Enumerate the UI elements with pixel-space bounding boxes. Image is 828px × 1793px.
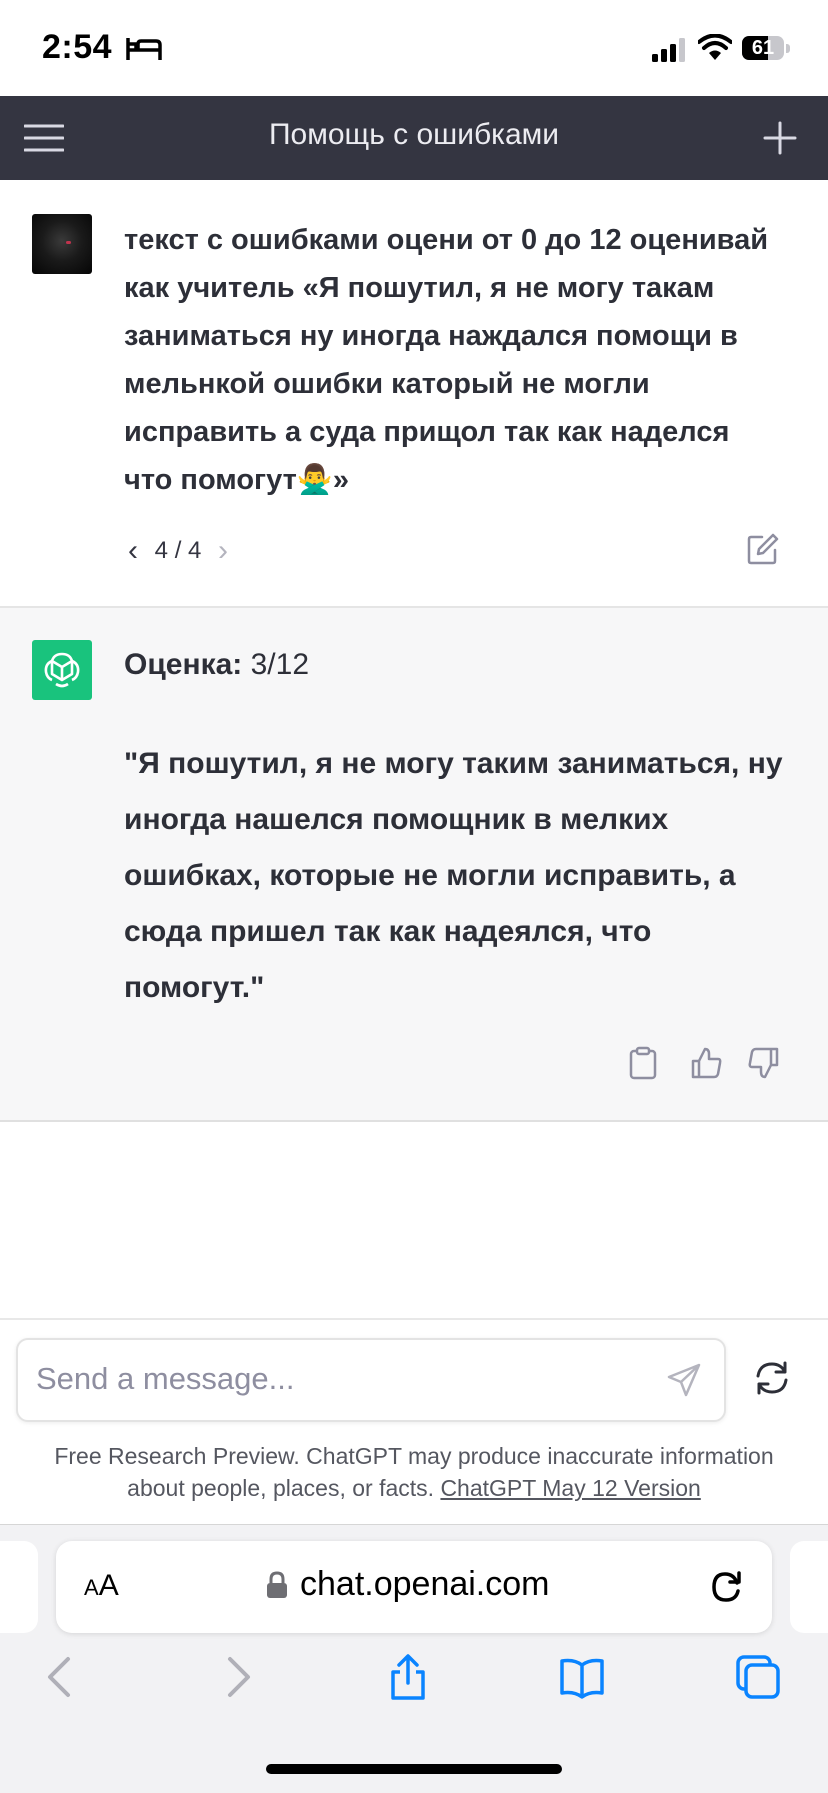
version-link[interactable]: ChatGPT May 12 Version [440,1475,700,1501]
user-message-text: текст с ошибками оцени от 0 до 12 оценив… [124,224,769,496]
back-icon[interactable] [36,1653,84,1701]
message-box [16,1338,726,1422]
pager-label: 4 / 4 [154,537,202,564]
chat-title: Помощь с ошибками [268,118,560,151]
next-tab-preview[interactable] [790,1541,828,1633]
previous-tab-preview[interactable] [0,1541,38,1633]
battery-indicator: 61 [742,36,792,62]
wifi-icon [698,34,732,60]
share-icon[interactable] [384,1653,432,1701]
lock-icon [267,1571,287,1598]
pager-next-button[interactable]: › [218,534,228,568]
composer: Free Research Preview. ChatGPT may produ… [0,1318,828,1526]
thumbs-up-icon[interactable] [690,1046,724,1080]
signal-icon [652,38,685,62]
plus-icon[interactable] [762,120,798,156]
rating-value: 3/12 [242,648,310,681]
rating-line: Оценка: 3/12 [124,648,309,682]
corrected-text: "Я пошутил, я не могу таким заниматься, … [124,747,783,1004]
pager-prev-button[interactable]: ‹ [128,534,138,568]
openai-logo-icon [32,640,92,700]
thumbs-down-icon[interactable] [746,1046,780,1080]
assistant-message: Оценка: 3/12 "Я пошутил, я не могу таким… [0,608,828,1122]
disclaimer: Free Research Preview. ChatGPT may produ… [30,1440,798,1504]
home-indicator [266,1764,562,1774]
battery-level: 61 [751,37,775,59]
user-message: текст с ошибками оцени от 0 до 12 оценив… [0,180,828,608]
forward-icon[interactable] [214,1653,262,1701]
aa-large: A [98,1569,119,1602]
send-icon[interactable] [666,1362,702,1398]
status-bar: 2:54 61 [0,0,828,96]
message-pager: ‹ 4 / 4 › [128,534,228,568]
bookmarks-icon[interactable] [558,1653,606,1701]
status-time: 2:54 [42,28,113,66]
safari-toolbar: AA chat.openai.com [0,1524,828,1793]
reload-icon[interactable] [708,1569,744,1605]
chat-header: Помощь с ошибками [0,96,828,180]
tabs-icon[interactable] [734,1653,782,1701]
sleep-icon [126,38,162,60]
rating-label: Оценка: [124,648,243,681]
edit-icon[interactable] [746,532,780,566]
menu-icon[interactable] [24,122,64,154]
reader-settings-button[interactable]: AA [84,1569,119,1603]
message-input[interactable] [34,1358,638,1400]
aa-small: A [84,1575,99,1600]
copy-icon[interactable] [628,1046,658,1080]
regenerate-icon[interactable] [752,1358,792,1398]
address-bar[interactable]: AA chat.openai.com [56,1541,772,1633]
user-avatar [32,214,92,274]
url-text: chat.openai.com [300,1565,550,1603]
